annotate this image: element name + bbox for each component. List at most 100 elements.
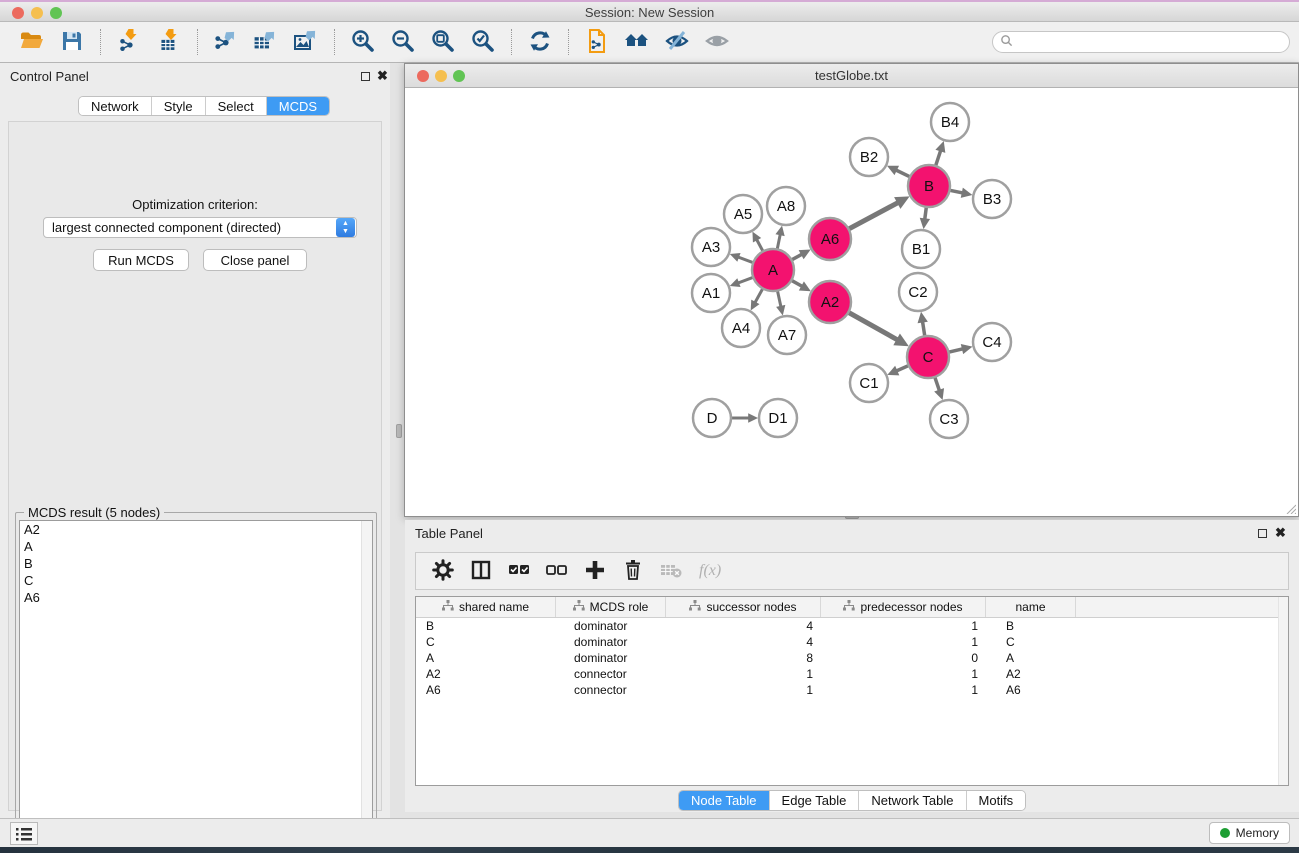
graph-edge-A-A1[interactable]	[738, 277, 754, 283]
result-list-item[interactable]: A6	[20, 589, 372, 606]
column-header-name[interactable]: name	[986, 597, 1076, 617]
zoom-selected-button[interactable]	[468, 27, 498, 57]
mcds-result-title: MCDS result (5 nodes)	[24, 505, 164, 520]
graph-node-label-A1: A1	[702, 285, 720, 302]
table-row[interactable]: Adominator80A	[416, 650, 1288, 666]
select-all-button[interactable]	[504, 556, 534, 586]
tab-motifs[interactable]: Motifs	[967, 791, 1026, 810]
zoom-out-button[interactable]	[388, 27, 418, 57]
graph-edge-arrowhead	[748, 413, 758, 422]
open-session-icon	[19, 28, 45, 57]
tab-mcds[interactable]: MCDS	[267, 97, 329, 115]
graph-edge-B-B4[interactable]	[935, 150, 940, 167]
zoom-fit-button[interactable]	[428, 27, 458, 57]
result-list-item[interactable]: B	[20, 555, 372, 572]
task-history-button[interactable]	[10, 822, 38, 845]
add-column-button[interactable]	[580, 556, 610, 586]
vertical-splitter-handle[interactable]	[396, 424, 402, 438]
result-list-item[interactable]: C	[20, 572, 372, 589]
window-resize-grip[interactable]	[1284, 502, 1296, 514]
graph-edge-arrowhead	[920, 218, 930, 229]
network-canvas[interactable]: A5A8A3AA1A4A7A6A2B2B4BB3B1C2CC4C1C3DD1	[406, 89, 1297, 515]
export-table-button[interactable]	[251, 27, 281, 57]
tab-node-table[interactable]: Node Table	[679, 791, 770, 810]
toolbar-separator	[197, 29, 198, 55]
save-session-button[interactable]	[57, 27, 87, 57]
graph-node-label-B2: B2	[860, 149, 878, 166]
tab-select[interactable]: Select	[206, 97, 267, 115]
criterion-dropdown[interactable]: largest connected component (directed) ▲…	[43, 217, 357, 238]
graph-node-label-B1: B1	[912, 241, 930, 258]
export-network-button[interactable]	[211, 27, 241, 57]
toolbar-separator	[334, 29, 335, 55]
search-input[interactable]	[1017, 35, 1289, 49]
table-row[interactable]: Cdominator41C	[416, 634, 1288, 650]
graph-node-label-D1: D1	[768, 410, 787, 427]
result-list-item[interactable]: A	[20, 538, 372, 555]
hide-graphics-details-icon	[664, 28, 690, 57]
export-image-button[interactable]	[291, 27, 321, 57]
table-row[interactable]: A6connector11A6	[416, 682, 1288, 698]
zoom-in-button[interactable]	[348, 27, 378, 57]
function-builder-button: f(x)	[694, 556, 724, 586]
close-panel-button[interactable]: Close panel	[203, 249, 307, 271]
duplicate-network-button[interactable]	[582, 27, 612, 57]
graph-edge-A-A4[interactable]	[755, 288, 763, 303]
session-title: Session: New Session	[0, 5, 1299, 20]
column-header-MCDS-role[interactable]: MCDS role	[556, 597, 666, 617]
tab-style[interactable]: Style	[152, 97, 206, 115]
graph-edge-A-A8[interactable]	[777, 234, 780, 250]
tab-network-table[interactable]: Network Table	[859, 791, 966, 810]
graph-edge-C-C2[interactable]	[923, 322, 925, 338]
column-header-predecessor-nodes[interactable]: predecessor nodes	[821, 597, 986, 617]
criterion-value: largest connected component (directed)	[44, 220, 336, 235]
result-scrollbar[interactable]	[361, 521, 372, 849]
table-settings-button[interactable]	[428, 556, 458, 586]
graph-edge-arrowhead	[918, 312, 928, 324]
graph-edge-B-B2[interactable]	[896, 170, 911, 177]
column-header-successor-nodes[interactable]: successor nodes	[666, 597, 821, 617]
graph-edge-A6-B[interactable]	[848, 203, 899, 230]
deselect-all-button[interactable]	[542, 556, 572, 586]
delete-columns-button[interactable]	[618, 556, 648, 586]
home-network-button[interactable]	[622, 27, 652, 57]
result-list-item[interactable]: A2	[20, 521, 372, 538]
table-body: Bdominator41BCdominator41CAdominator80AA…	[416, 618, 1288, 698]
toggle-columns-button[interactable]	[466, 556, 496, 586]
close-panel-icon[interactable]: ✖	[377, 68, 388, 84]
tab-edge-table[interactable]: Edge Table	[770, 791, 860, 810]
mcds-result-group: MCDS result (5 nodes) A2ABCA6	[15, 512, 377, 853]
table-float-icon[interactable]	[1258, 529, 1267, 538]
search-box[interactable]	[992, 31, 1290, 53]
import-table-icon	[156, 28, 182, 57]
network-window-title: testGlobe.txt	[405, 68, 1298, 83]
graph-edge-C-C4[interactable]	[947, 349, 962, 353]
graph-edge-A2-C[interactable]	[847, 312, 897, 340]
zoom-out-icon	[390, 28, 416, 57]
graph-edge-C-C3[interactable]	[934, 376, 939, 391]
table-cell: 1	[821, 618, 986, 634]
run-mcds-button[interactable]: Run MCDS	[93, 249, 189, 271]
graph-edge-arrowhead	[961, 344, 973, 354]
export-table-icon	[253, 28, 279, 57]
table-scrollbar[interactable]	[1278, 597, 1288, 785]
import-network-button[interactable]	[114, 27, 144, 57]
toolbar-separator	[100, 29, 101, 55]
hide-graphics-details-button[interactable]	[662, 27, 692, 57]
graph-edge-A-A7[interactable]	[777, 290, 781, 307]
graph-edge-A-A3[interactable]	[738, 257, 754, 263]
table-cell: connector	[556, 666, 666, 682]
column-header-shared-name[interactable]: shared name	[416, 597, 556, 617]
table-close-icon[interactable]: ✖	[1275, 525, 1286, 541]
import-table-button[interactable]	[154, 27, 184, 57]
show-graphics-details-button[interactable]	[702, 27, 732, 57]
refresh-button[interactable]	[525, 27, 555, 57]
mcds-result-list[interactable]: A2ABCA6	[19, 520, 373, 850]
float-panel-icon[interactable]	[361, 72, 370, 81]
open-session-button[interactable]	[17, 27, 47, 57]
memory-button[interactable]: Memory	[1209, 822, 1290, 844]
table-row[interactable]: A2connector11A2	[416, 666, 1288, 682]
control-panel: Control Panel ✖ NetworkStyleSelectMCDS O…	[0, 63, 390, 818]
tab-network[interactable]: Network	[79, 97, 152, 115]
table-row[interactable]: Bdominator41B	[416, 618, 1288, 634]
